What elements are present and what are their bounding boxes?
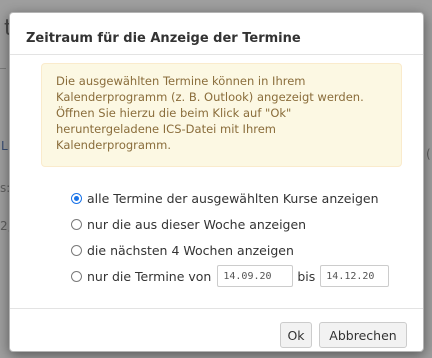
notice-line: Die ausgewählten Termine können in Ihrem <box>56 74 306 88</box>
option-date-range[interactable]: nur die Termine von bis <box>71 263 411 289</box>
period-dialog: Zeitraum für die Anzeige der Termine Die… <box>9 12 424 352</box>
option-next-4-weeks-label[interactable]: die nächsten 4 Wochen anzeigen <box>87 243 294 258</box>
date-from-input[interactable] <box>217 265 294 287</box>
radio-all[interactable] <box>71 192 82 204</box>
ok-button[interactable]: Ok <box>280 322 312 348</box>
option-all[interactable]: alle Termine der ausgewählten Kurse anze… <box>71 185 411 211</box>
option-all-label[interactable]: alle Termine der ausgewählten Kurse anze… <box>87 191 379 206</box>
info-notice: Die ausgewählten Termine können in Ihrem… <box>41 63 402 167</box>
cancel-button[interactable]: Abbrechen <box>319 322 407 348</box>
notice-line: Kalenderprogramm (z. B. Outlook) angezei… <box>56 90 364 104</box>
notice-line: heruntergeladene ICS-Datei mit Ihrem <box>56 122 276 136</box>
option-date-range-label[interactable]: nur die Termine von <box>87 269 211 284</box>
notice-line: Öffnen Sie hierzu die beim Klick auf "Ok… <box>56 106 292 120</box>
date-to-input[interactable] <box>320 265 390 287</box>
notice-line: Kalenderprogramm. <box>56 138 171 152</box>
dialog-footer: Ok Abbrechen <box>10 308 423 352</box>
radio-next-4-weeks[interactable] <box>71 244 82 256</box>
dialog-header: Zeitraum für die Anzeige der Termine <box>10 13 423 55</box>
option-this-week-label[interactable]: nur die aus dieser Woche anzeigen <box>87 217 306 232</box>
radio-this-week[interactable] <box>71 218 82 230</box>
period-options: alle Termine der ausgewählten Kurse anze… <box>71 185 411 289</box>
radio-date-range[interactable] <box>71 270 82 282</box>
range-separator: bis <box>297 268 316 284</box>
dialog-title: Zeitraum für die Anzeige der Termine <box>26 31 301 46</box>
option-next-4-weeks[interactable]: die nächsten 4 Wochen anzeigen <box>71 237 411 263</box>
option-this-week[interactable]: nur die aus dieser Woche anzeigen <box>71 211 411 237</box>
